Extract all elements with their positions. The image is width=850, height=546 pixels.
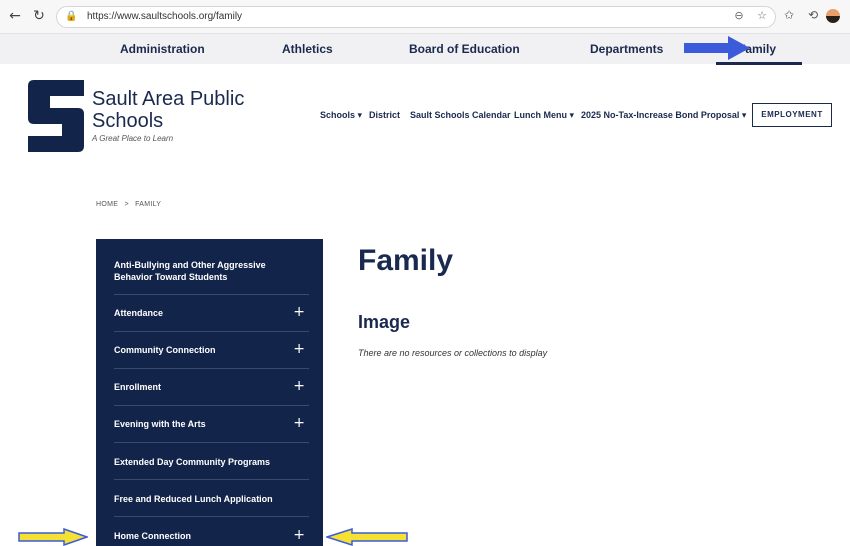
sidebar-item-home-connection[interactable]: Home Connection + xyxy=(96,527,323,544)
expand-plus-icon[interactable]: + xyxy=(293,415,305,431)
topnav-athletics[interactable]: Athletics xyxy=(282,42,333,56)
sidebar-divider xyxy=(114,368,309,369)
sidebar-item-label: Attendance xyxy=(114,308,164,318)
school-logo-s-icon xyxy=(28,80,84,152)
breadcrumb-home[interactable]: HOME xyxy=(96,201,118,208)
favorite-star-icon[interactable]: ☆ xyxy=(757,9,767,22)
expand-plus-icon[interactable]: + xyxy=(293,304,305,320)
sidebar-divider xyxy=(114,331,309,332)
sidebar-item-extended-day[interactable]: Extended Day Community Programs xyxy=(96,456,323,470)
sidebar-divider xyxy=(114,405,309,406)
sidebar-item-attendance[interactable]: Attendance + xyxy=(96,304,323,321)
sidebar-item-anti-bullying[interactable]: Anti-Bullying and Other Aggressive Behav… xyxy=(96,259,323,289)
sidebar-item-label: Extended Day Community Programs xyxy=(114,457,271,467)
sidebar-item-label: Enrollment xyxy=(114,382,162,392)
topnav-board-of-education[interactable]: Board of Education xyxy=(409,42,520,56)
sidebar-item-label: Home Connection xyxy=(114,531,192,541)
sidebar-item-label: Evening with the Arts xyxy=(114,419,206,429)
employment-button[interactable]: EMPLOYMENT xyxy=(752,103,832,127)
school-name[interactable]: Sault Area Public Schools xyxy=(92,88,272,132)
breadcrumb-current: FAMILY xyxy=(135,201,162,208)
sidebar-item-enrollment[interactable]: Enrollment + xyxy=(96,378,323,395)
section-title: Image xyxy=(358,312,411,332)
nav-lunch-menu[interactable]: Lunch Menu ▾ xyxy=(514,110,574,121)
annotation-arrow-yellow-left-pointing xyxy=(326,528,408,546)
reader-icon[interactable]: ⊖ xyxy=(734,9,743,22)
sidebar-item-label: Free and Reduced Lunch Application xyxy=(114,494,273,504)
annotation-arrow-yellow-right-pointing xyxy=(18,528,88,546)
active-tab-underline xyxy=(716,62,802,65)
browser-toolbar: ← ↻ 🔒 https://www.saultschools.org/famil… xyxy=(0,0,850,34)
nav-schools[interactable]: Schools ▾ xyxy=(320,110,362,121)
topnav-departments[interactable]: Departments xyxy=(590,42,663,56)
family-sidebar: Anti-Bullying and Other Aggressive Behav… xyxy=(96,239,323,546)
sidebar-item-label: Anti-Bullying and Other Aggressive Behav… xyxy=(114,260,266,282)
topnav-administration[interactable]: Administration xyxy=(120,42,205,56)
nav-bond-proposal[interactable]: 2025 No-Tax-Increase Bond Proposal ▾ xyxy=(581,110,746,121)
sidebar-divider xyxy=(114,479,309,480)
breadcrumb-separator: > xyxy=(124,201,129,208)
sidebar-item-community-connection[interactable]: Community Connection + xyxy=(96,341,323,358)
expand-plus-icon[interactable]: + xyxy=(293,341,305,357)
sidebar-divider xyxy=(114,294,309,295)
history-icon[interactable]: ⟲ xyxy=(808,8,818,22)
sidebar-divider xyxy=(114,442,309,443)
url-text[interactable]: https://www.saultschools.org/family xyxy=(87,11,242,22)
profile-avatar[interactable] xyxy=(826,9,840,23)
sidebar-item-free-reduced-lunch[interactable]: Free and Reduced Lunch Application xyxy=(96,493,323,507)
breadcrumb: HOME > FAMILY xyxy=(96,201,165,208)
empty-resources-message: There are no resources or collections to… xyxy=(358,348,548,358)
sidebar-item-label: Community Connection xyxy=(114,345,216,355)
sidebar-item-evening-with-the-arts[interactable]: Evening with the Arts + xyxy=(96,415,323,432)
expand-plus-icon[interactable]: + xyxy=(293,527,305,543)
sidebar-divider xyxy=(114,516,309,517)
nav-district[interactable]: District xyxy=(369,110,400,120)
annotation-arrow-blue xyxy=(684,36,750,60)
lock-icon: 🔒 xyxy=(65,11,78,22)
expand-plus-icon[interactable]: + xyxy=(293,378,305,394)
collections-icon[interactable]: ✩ xyxy=(784,8,794,22)
nav-calendar[interactable]: Sault Schools Calendar xyxy=(410,110,511,120)
address-bar[interactable]: 🔒 https://www.saultschools.org/family ⊖ … xyxy=(56,6,776,28)
page-title: Family xyxy=(358,244,454,277)
school-tagline: A Great Place to Learn xyxy=(92,134,174,143)
back-icon[interactable]: ← xyxy=(6,7,24,25)
refresh-icon[interactable]: ↻ xyxy=(30,7,48,25)
